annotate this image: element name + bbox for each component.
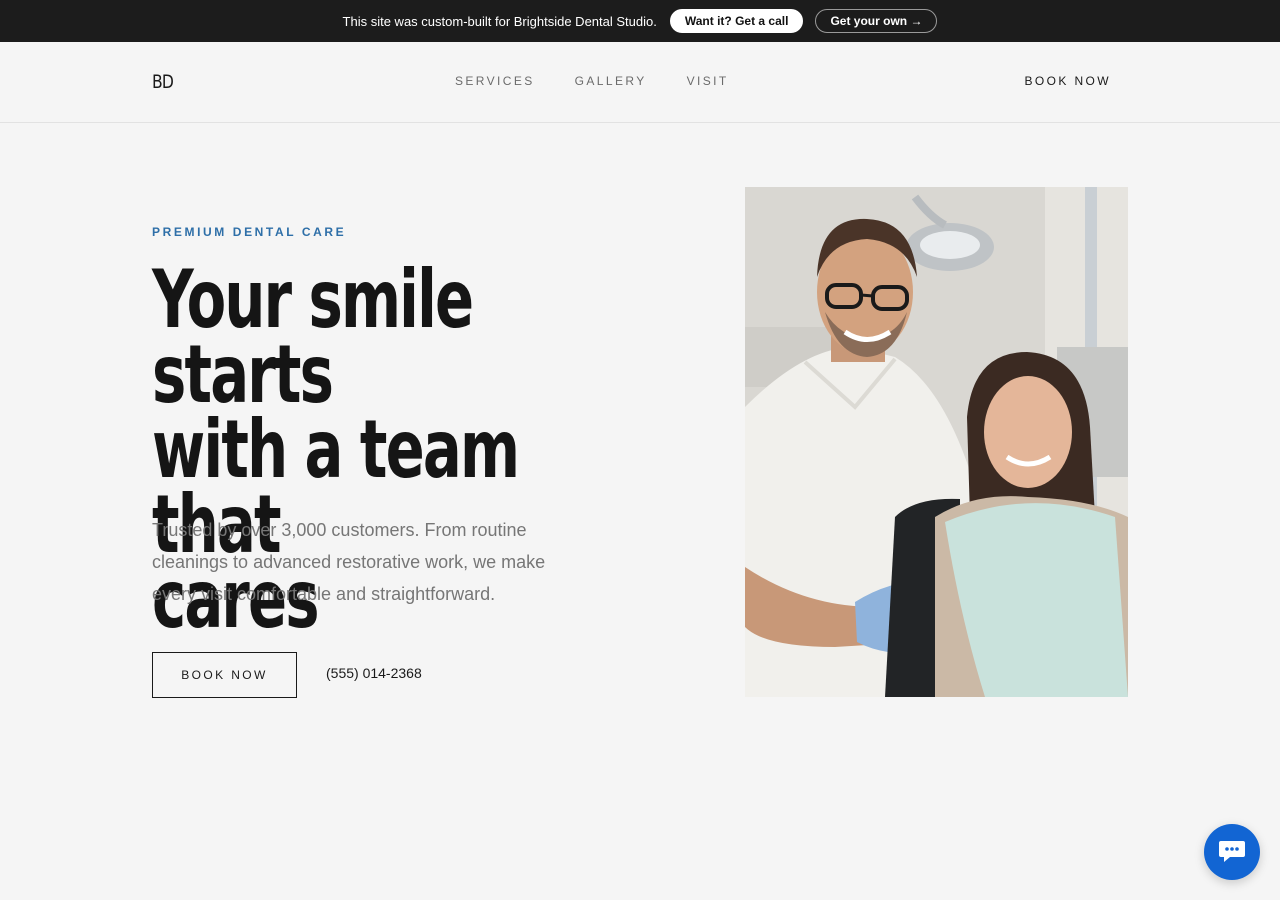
get-your-own-button[interactable]: Get your own → [815,9,938,33]
headline-line-1: Your smile starts [152,253,474,421]
chat-bubble-icon [1219,841,1245,862]
hero-eyebrow: PREMIUM DENTAL CARE [152,225,347,239]
get-a-call-button[interactable]: Want it? Get a call [669,9,804,33]
phone-number-link[interactable]: (555) 014-2368 [326,665,422,681]
nav-link-services[interactable]: SERVICES [455,74,535,88]
chat-button[interactable] [1204,824,1260,880]
hero-photo [745,187,1128,697]
promo-text: This site was custom-built for Brightsid… [342,13,657,29]
nav-link-visit[interactable]: VISIT [687,74,729,88]
hero-book-now-button[interactable]: BOOK NOW [152,652,297,698]
site-header: BD SERVICES GALLERY VISIT BOOK NOW [0,42,1280,123]
dentist-patient-illustration [745,187,1128,697]
site-logo[interactable]: BD [152,71,174,93]
hero-description: Trusted by over 3,000 customers. From ro… [152,520,546,604]
nav-links: SERVICES GALLERY VISIT [455,74,729,88]
nav-book-now-link[interactable]: BOOK NOW [1024,74,1111,88]
promo-banner: This site was custom-built for Brightsid… [0,0,1280,42]
nav-link-gallery[interactable]: GALLERY [575,74,647,88]
